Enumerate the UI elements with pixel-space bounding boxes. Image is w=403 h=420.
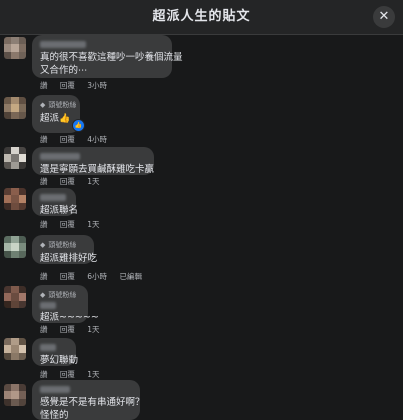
timestamp[interactable]: 1天: [87, 325, 99, 334]
like-link[interactable]: 讚: [40, 370, 48, 379]
comment-text: 超派聯名: [40, 205, 79, 216]
timestamp[interactable]: 6小時: [87, 272, 107, 281]
comment-text: 真的很不喜歡這種吵一吵養個流量: [40, 52, 183, 63]
avatar[interactable]: [4, 338, 26, 360]
comment-actions: 讚 回覆 6小時 已編輯: [40, 271, 152, 282]
top-fan-badge: ◆ 頭號粉絲: [40, 291, 77, 299]
timestamp[interactable]: 1天: [87, 220, 99, 229]
like-link[interactable]: 讚: [40, 177, 48, 186]
comment-bubble[interactable]: 真的很不喜歡這種吵一吵養個流量 又合作的⋯: [32, 35, 183, 78]
comment-actions: 讚 回覆 1天: [40, 324, 110, 335]
avatar[interactable]: [4, 286, 26, 308]
commenter-name[interactable]: [40, 41, 86, 48]
reply-link[interactable]: 回覆: [60, 220, 75, 229]
reply-link[interactable]: 回覆: [60, 272, 75, 281]
like-link[interactable]: 讚: [40, 81, 48, 90]
comment-text: 夢幻聯動: [40, 355, 79, 366]
timestamp[interactable]: 4小時: [87, 135, 107, 144]
reply-link[interactable]: 回覆: [60, 135, 75, 144]
comment-text: 又合作的⋯: [40, 65, 88, 76]
diamond-icon: ◆: [40, 101, 46, 109]
reply-link[interactable]: 回覆: [60, 325, 75, 334]
diamond-icon: ◆: [40, 291, 46, 299]
commenter-name[interactable]: [40, 386, 70, 393]
comment-text: 超派~~~~~: [40, 312, 99, 323]
comment-actions: 讚 回覆 3小時: [40, 80, 117, 91]
like-reaction-icon[interactable]: 👍: [72, 119, 85, 132]
comment-bubble[interactable]: ◆ 頭號粉絲 超派雞排好吃: [32, 235, 98, 264]
commenter-name[interactable]: [40, 344, 56, 351]
dialog-header: 超派人生的貼文 ✕: [0, 0, 403, 35]
comment-actions: 讚 回覆 1天: [40, 176, 110, 187]
comment-text: 怪怪的: [40, 410, 69, 420]
avatar[interactable]: [4, 147, 26, 169]
comment-actions: 讚 回覆 1天: [40, 219, 110, 230]
comment-text: 超派: [40, 113, 60, 124]
avatar[interactable]: [4, 37, 26, 59]
timestamp[interactable]: 1天: [87, 370, 99, 379]
comment-bubble[interactable]: 夢幻聯動: [32, 338, 79, 366]
comment-actions: 讚 回覆 1天: [40, 369, 110, 380]
thumbs-up-emoji: 👍: [59, 114, 71, 124]
comment-actions: 讚 回覆 4小時: [40, 134, 117, 145]
top-fan-badge: ◆ 頭號粉絲: [40, 241, 77, 249]
comment-list[interactable]: 真的很不喜歡這種吵一吵養個流量 又合作的⋯ 讚 回覆 3小時 ◆ 頭號粉絲 超派👍…: [0, 35, 403, 420]
commenter-name[interactable]: [40, 194, 66, 201]
comment-bubble[interactable]: 還是寧願去買鹹酥雞吃卡贏: [32, 147, 154, 175]
like-link[interactable]: 讚: [40, 220, 48, 229]
close-icon[interactable]: ✕: [373, 6, 395, 28]
reply-link[interactable]: 回覆: [60, 370, 75, 379]
diamond-icon: ◆: [40, 241, 46, 249]
avatar[interactable]: [4, 188, 26, 210]
like-link[interactable]: 讚: [40, 325, 48, 334]
commenter-name[interactable]: [40, 302, 56, 309]
comment-bubble[interactable]: 感覺是不是有串通好啊？ 怪怪的: [32, 380, 145, 420]
timestamp[interactable]: 1天: [87, 177, 99, 186]
comment-text: 還是寧願去買鹹酥雞吃卡贏: [40, 164, 155, 175]
avatar[interactable]: [4, 97, 26, 119]
comment-text: 感覺是不是有串通好啊？: [40, 397, 145, 408]
avatar[interactable]: [4, 236, 26, 258]
dialog-title: 超派人生的貼文: [152, 9, 251, 24]
top-fan-badge: ◆ 頭號粉絲: [40, 101, 77, 109]
timestamp[interactable]: 3小時: [87, 81, 107, 90]
like-link[interactable]: 讚: [40, 272, 48, 281]
edited-label: 已編輯: [119, 272, 142, 281]
comment-bubble[interactable]: 超派聯名: [32, 188, 79, 216]
reply-link[interactable]: 回覆: [60, 177, 75, 186]
avatar[interactable]: [4, 384, 26, 406]
like-link[interactable]: 讚: [40, 135, 48, 144]
comment-bubble[interactable]: ◆ 頭號粉絲 超派~~~~~: [32, 285, 99, 323]
comment-text: 超派雞排好吃: [40, 253, 98, 264]
commenter-name[interactable]: [40, 153, 80, 160]
reply-link[interactable]: 回覆: [60, 81, 75, 90]
